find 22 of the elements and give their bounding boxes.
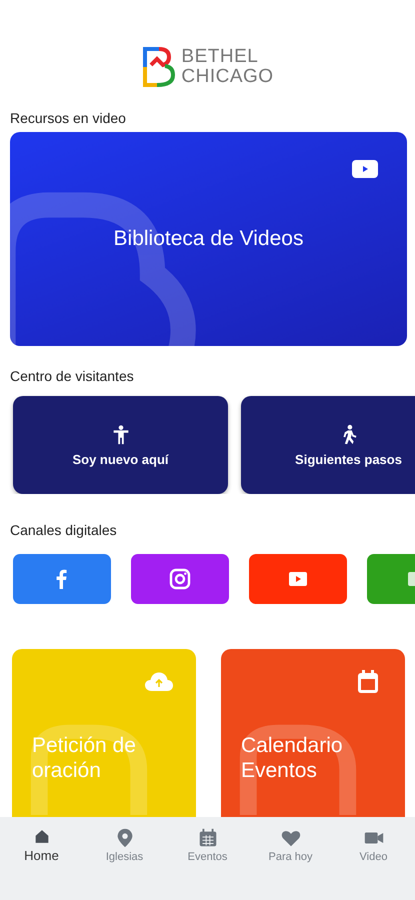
section-title: Centro de visitantes [10,368,135,384]
visitor-card[interactable]: Siguientes pasos [241,396,415,494]
tile-title: Petición de oración [32,733,137,783]
channel-button[interactable] [249,554,347,604]
tile-title: Calendario Eventos [241,733,344,783]
tab-item[interactable]: Eventos [172,827,242,863]
video-library-banner[interactable]: Biblioteca de Videos [10,132,407,346]
feature-tile[interactable]: Calendario Eventos [221,649,405,817]
play-button-icon [351,158,379,180]
tab-item[interactable]: Video [338,827,408,863]
visitor-card[interactable]: Soy nuevo aquí [13,396,228,494]
section-title: Canales digitales [10,522,118,538]
logo-text: BETHEL [181,47,260,67]
channel-button[interactable] [13,554,111,604]
tab-item[interactable]: Para hoy [256,827,326,863]
instagram-icon [168,567,192,591]
logo-icon [141,45,178,89]
channel-button[interactable] [131,554,229,604]
tab-item[interactable]: Home [6,827,76,863]
section-title: Recursos en video [10,110,127,126]
tab-item[interactable]: Iglesias [90,827,160,863]
logo-text: CHICAGO [181,67,274,87]
